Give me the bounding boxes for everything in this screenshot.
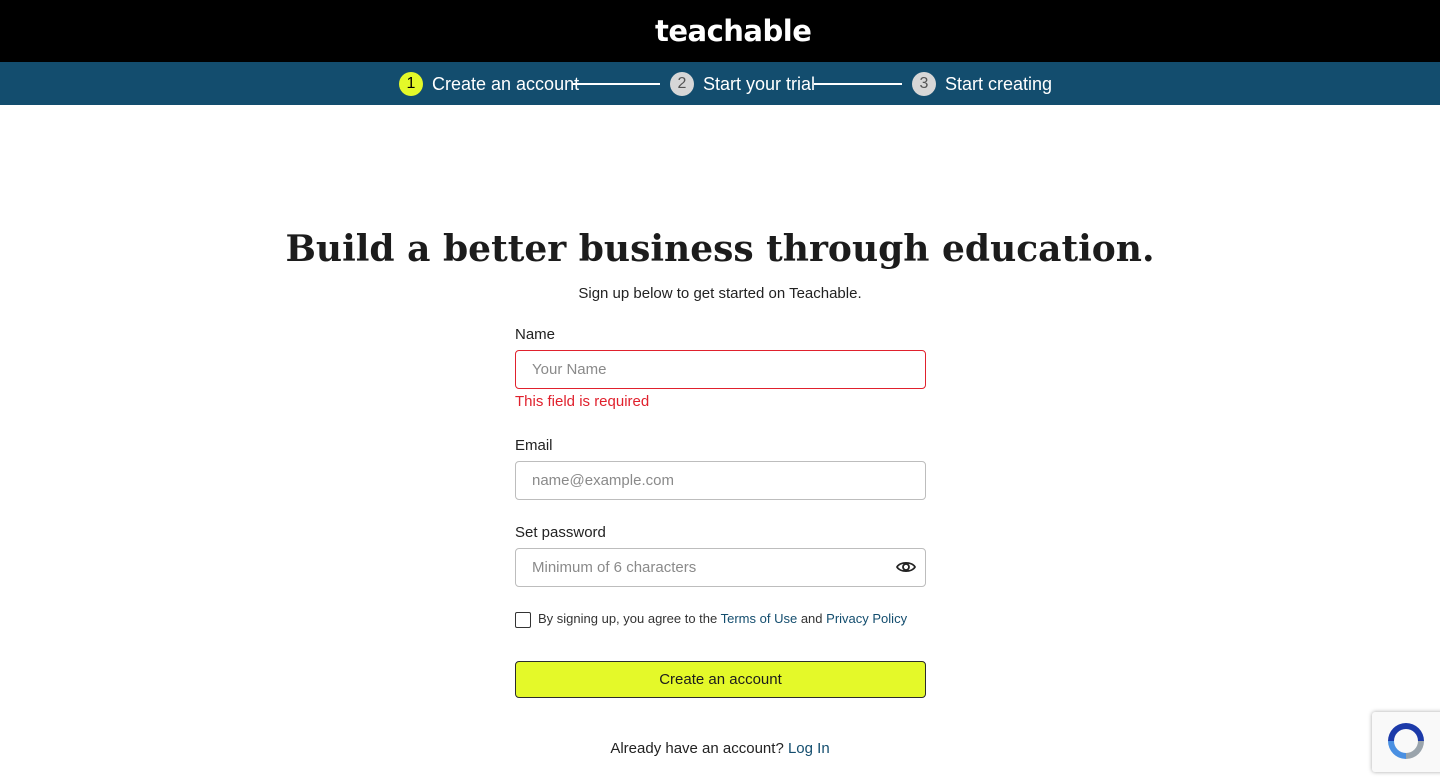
email-label: Email (515, 437, 553, 454)
terms-text: By signing up, you agree to the Terms of… (538, 611, 907, 626)
step-divider (572, 83, 660, 85)
privacy-policy-link[interactable]: Privacy Policy (826, 611, 907, 626)
log-in-link[interactable]: Log In (788, 740, 830, 757)
login-prompt: Already have an account? Log In (0, 740, 1440, 757)
step-2-number: 2 (670, 72, 694, 96)
password-input[interactable] (515, 548, 926, 587)
login-prompt-text: Already have an account? (610, 740, 784, 757)
step-2-label: Start your trial (703, 74, 816, 94)
page-title: Build a better business through educatio… (285, 228, 1155, 270)
step-3-label: Start creating (945, 74, 1053, 94)
top-bar: teachable (0, 0, 1440, 62)
page-subtitle: Sign up below to get started on Teachabl… (578, 285, 862, 302)
name-error-message: This field is required (515, 393, 650, 410)
name-label: Name (515, 326, 556, 343)
eye-icon[interactable] (895, 559, 917, 575)
step-1-number: 1 (399, 72, 423, 96)
email-input[interactable] (515, 461, 926, 500)
step-1-label: Create an account (432, 74, 580, 94)
step-3-number: 3 (912, 72, 936, 96)
create-account-button[interactable]: Create an account (515, 661, 926, 698)
progress-steps: 1 Create an account 2 Start your trial 3… (0, 62, 1440, 105)
name-input[interactable] (515, 350, 926, 389)
terms-of-use-link[interactable]: Terms of Use (721, 611, 798, 626)
teachable-logo[interactable]: teachable (655, 14, 812, 48)
terms-prefix: By signing up, you agree to the (538, 611, 718, 626)
terms-checkbox[interactable] (515, 612, 531, 628)
password-label: Set password (515, 524, 606, 541)
recaptcha-icon (1388, 723, 1424, 759)
step-divider (814, 83, 902, 85)
terms-and: and (800, 611, 823, 626)
recaptcha-badge[interactable] (1372, 712, 1440, 772)
